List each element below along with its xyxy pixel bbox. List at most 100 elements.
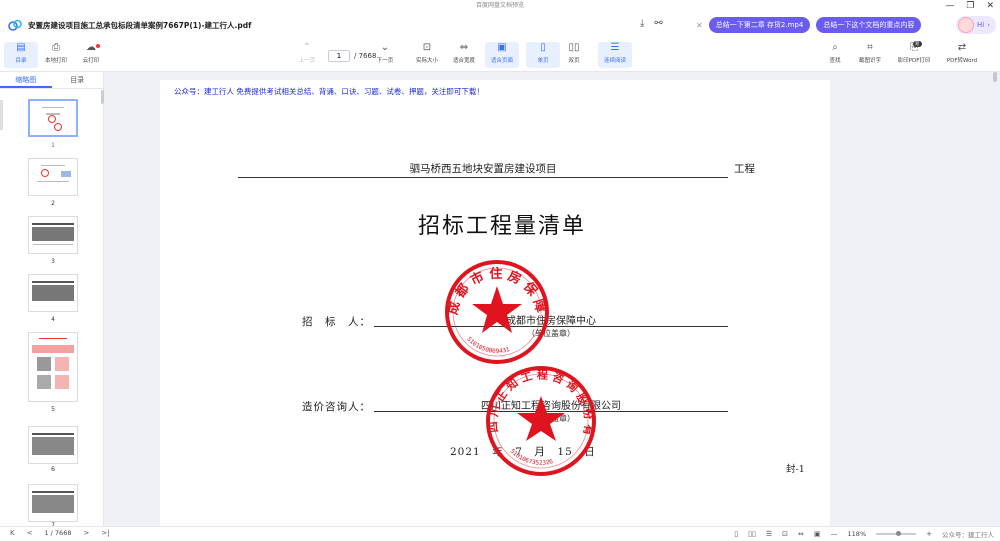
fit-width-view-icon[interactable]: ⇔ — [798, 530, 804, 538]
thumbnail-page[interactable] — [28, 274, 78, 312]
continuous-read-button[interactable]: ☰ 连续阅读 — [598, 42, 632, 68]
thumbnail-label: 1 — [51, 142, 55, 149]
document-scrollbar[interactable] — [993, 72, 997, 82]
thumbnail-page[interactable] — [28, 426, 78, 464]
fit-width-button[interactable]: ⇔ 适合宽度 — [447, 42, 481, 68]
thumbnail-page[interactable] — [28, 158, 78, 196]
maximize-button[interactable]: ❐ — [966, 0, 974, 12]
page-counter: 1 / 7668 — [44, 529, 72, 537]
printer-icon: ⎙ — [52, 42, 60, 53]
thumb-block — [32, 285, 74, 301]
ocr-label: 截图识字 — [858, 58, 881, 64]
catalog-button[interactable]: ▤ 目录 — [4, 42, 38, 68]
local-print-button[interactable]: ⎙ 本地打印 — [39, 42, 73, 68]
local-print-label: 本地打印 — [44, 58, 67, 64]
pdf-to-word-label: PDF转Word — [946, 58, 978, 64]
fit-width-label: 适合宽度 — [452, 58, 475, 64]
thumbnail-page[interactable] — [28, 216, 78, 254]
thumb-line — [32, 281, 74, 283]
double-page-view-icon[interactable]: ▯▯ — [748, 530, 756, 538]
assistant-avatar-icon — [957, 17, 974, 33]
thumb-block — [32, 437, 74, 455]
tenderer-seal-note: （单位盖章） — [527, 329, 575, 338]
page-number-input[interactable] — [328, 50, 350, 62]
share-icon[interactable]: ⚯ — [654, 18, 662, 29]
watermark-text: 公众号：建工行人 — [942, 531, 994, 539]
continuous-label: 连续阅读 — [603, 58, 626, 64]
ai-suggestion-chip-1[interactable]: 总结一下第二章 存货2.mp4 — [708, 17, 811, 33]
next-page-button[interactable]: ⌄ 下一页 — [368, 42, 402, 68]
search-icon: ⌕ — [832, 42, 838, 53]
document-page: 公众号：建工行人 免费提供考试相关总结、背诵、口诀、习题、试卷、押题，关注即可下… — [160, 80, 830, 526]
document-viewport[interactable]: 公众号：建工行人 免费提供考试相关总结、背诵、口诀、习题、试卷、押题，关注即可下… — [104, 72, 1000, 526]
notice-text: 公众号：建工行人 免费提供考试相关总结、背诵、口诀、习题、试卷、押题，关注即可下… — [174, 87, 484, 96]
file-actions: ⤓ ⚯ — [640, 18, 663, 29]
continuous-view-icon[interactable]: ☰ — [766, 530, 772, 538]
baidu-netdisk-logo-icon — [8, 18, 22, 32]
cover-code: 封-1 — [786, 464, 805, 475]
thumbnail-page[interactable] — [28, 99, 78, 137]
single-page-button[interactable]: ▯ 单页 — [526, 42, 560, 68]
first-page-button[interactable]: K — [10, 529, 15, 537]
thumb-block — [32, 345, 74, 353]
actual-size-view-icon[interactable]: ⊡ — [782, 530, 788, 538]
fit-page-button[interactable]: ▣ 适合页面 — [485, 42, 519, 68]
tab-toc[interactable]: 目录 — [52, 72, 104, 88]
thumbnail-page[interactable] — [28, 332, 78, 402]
single-page-view-icon[interactable]: ▯ — [734, 530, 738, 538]
thumb-line — [37, 181, 69, 182]
zoom-out-button[interactable]: — — [831, 530, 838, 538]
cloud-printer-icon: ☁ — [86, 42, 96, 53]
pdf-to-word-button[interactable]: ⇄ PDF转Word — [942, 42, 982, 68]
tenderer-value: 成都市住房保障中心 — [506, 316, 596, 327]
prev-page-arrow[interactable]: < — [27, 529, 33, 537]
close-icon[interactable]: ✕ — [696, 21, 703, 30]
zoom-in-button[interactable]: + — [926, 530, 932, 538]
fit-page-icon: ▣ — [497, 42, 507, 53]
double-page-button[interactable]: ▯▯ 双页 — [557, 42, 591, 68]
cloud-print-button[interactable]: ☁ 云打印 — [74, 42, 108, 68]
thumb-block — [32, 495, 74, 513]
find-button[interactable]: ⌕ 查找 — [818, 42, 852, 68]
arrow-down-icon: ⌄ — [380, 42, 390, 53]
thumb-block — [37, 357, 51, 371]
window-controls: — ❐ ✕ — [945, 0, 994, 12]
sidebar-edge-marker — [0, 100, 3, 130]
consultant-value: 四川正知工程咨询股份有限公司 — [481, 401, 621, 412]
thumb-line — [32, 433, 74, 435]
fit-page-view-icon[interactable]: ▣ — [814, 530, 821, 538]
thumbnail-label: 2 — [51, 200, 55, 207]
zoom-level: 118% — [847, 530, 867, 538]
toolbar: ▤ 目录 ⎙ 本地打印 ☁ 云打印 ⌃ 上一页 / 7668 ⌄ 下一页 ⊡ 实… — [0, 38, 1000, 72]
next-page-arrow[interactable]: > — [83, 529, 89, 537]
thumb-seal — [54, 123, 62, 131]
download-icon[interactable]: ⤓ — [640, 18, 644, 29]
pdf-to-word-icon: ⇄ — [957, 42, 967, 53]
actual-size-label: 实际大小 — [415, 58, 438, 64]
sidebar-tabs: 缩略图 目录 — [0, 72, 103, 89]
prev-page-label: 上一页 — [298, 58, 316, 64]
tab-thumbnails[interactable]: 缩略图 — [0, 72, 52, 88]
assistant-greeting: Hi — [976, 21, 985, 29]
actual-size-button[interactable]: ⊡ 实际大小 — [410, 42, 444, 68]
thumbnail-page[interactable] — [28, 484, 78, 522]
ocr-button[interactable]: ⌗ 截图识字 — [853, 42, 887, 68]
thumb-line — [42, 107, 64, 108]
zoom-slider-knob[interactable] — [896, 531, 902, 536]
ai-assistant-button[interactable]: Hi › — [955, 16, 996, 34]
notification-dot — [96, 44, 100, 48]
close-button[interactable]: ✕ — [986, 0, 994, 12]
minimize-button[interactable]: — — [945, 0, 954, 12]
status-bar: K < 1 / 7668 > >| ▯ ▯▯ ☰ ⊡ ⇔ ▣ — 118% + … — [0, 526, 1000, 541]
zoom-slider[interactable] — [876, 531, 917, 536]
prev-page-button[interactable]: ⌃ 上一页 — [290, 42, 324, 68]
scan-print-button[interactable]: ⎘ 影印PDF打印 — [894, 42, 934, 68]
thumbnail-label: 4 — [51, 316, 55, 323]
double-page-label: 双页 — [568, 58, 580, 64]
file-name: 安置房建设项目施工总承包标段清单案例7667P(1)-建工行人.pdf — [28, 20, 252, 30]
ai-suggestion-chip-2[interactable]: 总结一下这个文档的重点内容 — [816, 17, 922, 33]
last-page-button[interactable]: >| — [101, 529, 109, 537]
consultant-label: 造价咨询人： — [302, 401, 371, 413]
thumb-block — [32, 227, 74, 241]
screenshot-ocr-icon: ⌗ — [867, 42, 873, 53]
